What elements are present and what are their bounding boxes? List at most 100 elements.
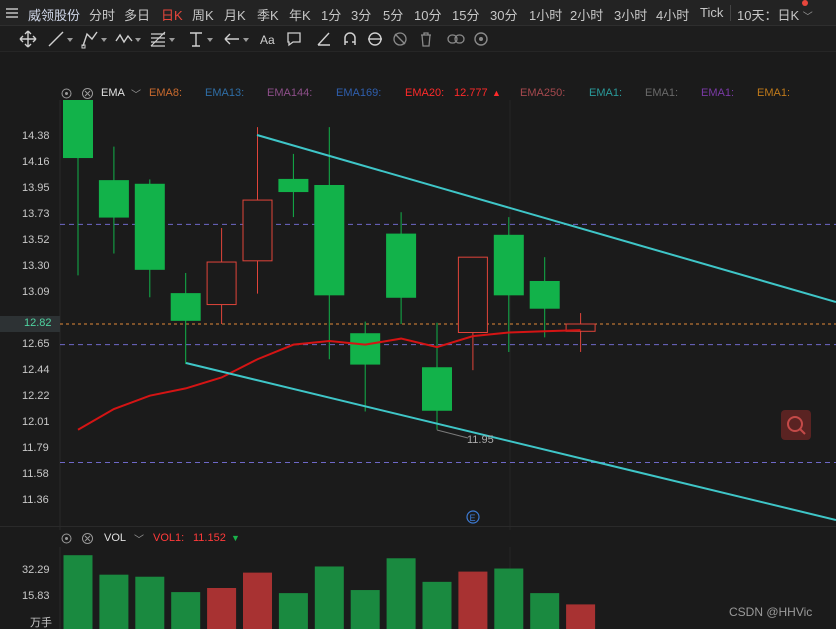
price-chart[interactable]: 11.95 E [0, 100, 836, 530]
candle-body[interactable] [98, 180, 129, 218]
ema-legend-label: EMA1: [589, 87, 623, 99]
close-icon[interactable] [81, 532, 94, 545]
vol1-value: 11.152 [193, 532, 226, 544]
candle-body[interactable] [386, 233, 417, 298]
period-tab[interactable]: 3小时 [614, 5, 647, 24]
period-tab[interactable]: 2小时 [570, 5, 603, 24]
volume-indicator-name[interactable]: VOL [104, 532, 126, 544]
watermark: CSDN @HHVic [729, 605, 813, 619]
close-icon[interactable] [81, 87, 94, 100]
trash-icon[interactable] [416, 29, 436, 49]
range-selector[interactable]: 10天：日K ﹀ [737, 5, 813, 24]
trendline-lower[interactable] [185, 362, 836, 521]
volume-chart[interactable] [0, 547, 836, 629]
ema-legend-label: EMA1: [645, 87, 679, 99]
svg-text:Aa: Aa [260, 33, 275, 47]
candle-body[interactable] [206, 261, 237, 306]
price-tick: 12.01 [22, 416, 50, 428]
candle-body[interactable] [134, 183, 165, 270]
volume-bar[interactable] [63, 555, 93, 629]
chevron-down-icon: ﹀ [802, 12, 813, 23]
period-tab[interactable]: 分时 [89, 5, 115, 24]
link-icon[interactable] [446, 29, 466, 49]
price-tick: 14.38 [22, 130, 50, 142]
eye-icon[interactable] [365, 29, 385, 49]
volume-bar[interactable] [207, 588, 237, 629]
ema-legend-label: EMA1: [701, 87, 735, 99]
search-button[interactable] [781, 410, 811, 440]
comment-icon[interactable] [284, 29, 304, 49]
line-icon[interactable] [46, 29, 73, 49]
text-icon[interactable]: Aa [258, 29, 278, 49]
candle-body[interactable] [314, 184, 345, 296]
ema-legend-label: EMA169: [336, 87, 382, 99]
period-tab[interactable]: Tick [700, 5, 723, 20]
measure-icon[interactable] [314, 29, 334, 49]
price-tick: 13.95 [22, 182, 50, 194]
pane-settings-icon[interactable] [60, 532, 73, 545]
volume-bar[interactable] [386, 558, 416, 629]
period-tab[interactable]: 4小时 [656, 5, 689, 24]
fib-icon[interactable] [148, 29, 175, 49]
candle-body[interactable] [278, 178, 309, 193]
volume-bar[interactable] [566, 604, 596, 629]
period-tab[interactable]: 周K [192, 5, 214, 24]
period-tab[interactable]: 1分 [321, 5, 341, 24]
chevron-down-icon[interactable]: ﹀ [131, 86, 141, 101]
top-bar: 威领股份 分时 多日 日K 周K 月K 季K 年K 1分 3分 5分 10分 15分 30分 1小时 2小时… [0, 0, 836, 26]
volume-bar[interactable] [494, 568, 524, 629]
chevron-down-icon[interactable]: ﹀ [134, 531, 144, 546]
volume-bar[interactable] [99, 574, 129, 629]
period-tab[interactable]: 1小时 [529, 5, 562, 24]
volume-bar[interactable] [171, 592, 201, 629]
wave-icon[interactable] [114, 29, 141, 49]
path-icon[interactable] [80, 29, 107, 49]
period-tab[interactable]: 3分 [351, 5, 371, 24]
candle-body[interactable] [529, 280, 560, 309]
volume-bar[interactable] [314, 566, 344, 629]
candle-body[interactable] [350, 333, 381, 365]
ema-legend-label: EMA1: [757, 87, 791, 99]
period-tab[interactable]: 年K [289, 5, 311, 24]
period-tab[interactable]: 多日 [124, 5, 150, 24]
volume-tick: 15.83 [22, 590, 50, 602]
period-tab[interactable]: 30分 [490, 5, 517, 24]
settings-icon[interactable] [471, 29, 491, 49]
period-tab[interactable]: 月K [224, 5, 246, 24]
event-marker-label: E [470, 513, 476, 523]
volume-bar[interactable] [458, 571, 488, 629]
hide-icon[interactable] [390, 29, 410, 49]
volume-unit: 万手 [30, 617, 52, 629]
price-tick: 13.09 [22, 286, 50, 298]
annotation-leader [436, 429, 469, 439]
volume-bar[interactable] [350, 590, 380, 629]
candle-body[interactable] [422, 367, 452, 411]
price-tick: 12.65 [22, 338, 50, 350]
volume-bar[interactable] [135, 576, 165, 629]
vol1-label: VOL1: [153, 532, 185, 544]
volume-bar[interactable] [422, 581, 452, 629]
candle-body[interactable] [493, 234, 524, 296]
indicator-name[interactable]: EMA [101, 87, 125, 99]
move-icon[interactable] [18, 29, 38, 49]
ema-legend-label: EMA250: [520, 87, 566, 99]
period-tab[interactable]: 15分 [452, 5, 479, 24]
stock-name[interactable]: 威领股份 [28, 5, 80, 24]
candle-body[interactable] [170, 293, 201, 321]
volume-bar[interactable] [278, 593, 308, 629]
arrow-icon[interactable] [222, 29, 249, 49]
candle-body[interactable] [63, 100, 93, 159]
period-tab[interactable]: 5分 [383, 5, 403, 24]
period-tab[interactable]: 10分 [414, 5, 441, 24]
period-tab[interactable]: 日K [161, 5, 183, 24]
vertical-line-icon[interactable] [186, 29, 213, 49]
volume-bar[interactable] [243, 572, 272, 629]
menu-icon[interactable] [4, 5, 20, 21]
volume-bar[interactable] [530, 593, 560, 629]
period-tab[interactable]: 季K [257, 5, 279, 24]
magnet-icon[interactable] [340, 29, 360, 49]
price-tick: 13.30 [22, 260, 50, 272]
pane-settings-icon[interactable] [60, 87, 73, 100]
candle-body[interactable] [242, 199, 273, 262]
candle-body[interactable] [457, 256, 488, 334]
